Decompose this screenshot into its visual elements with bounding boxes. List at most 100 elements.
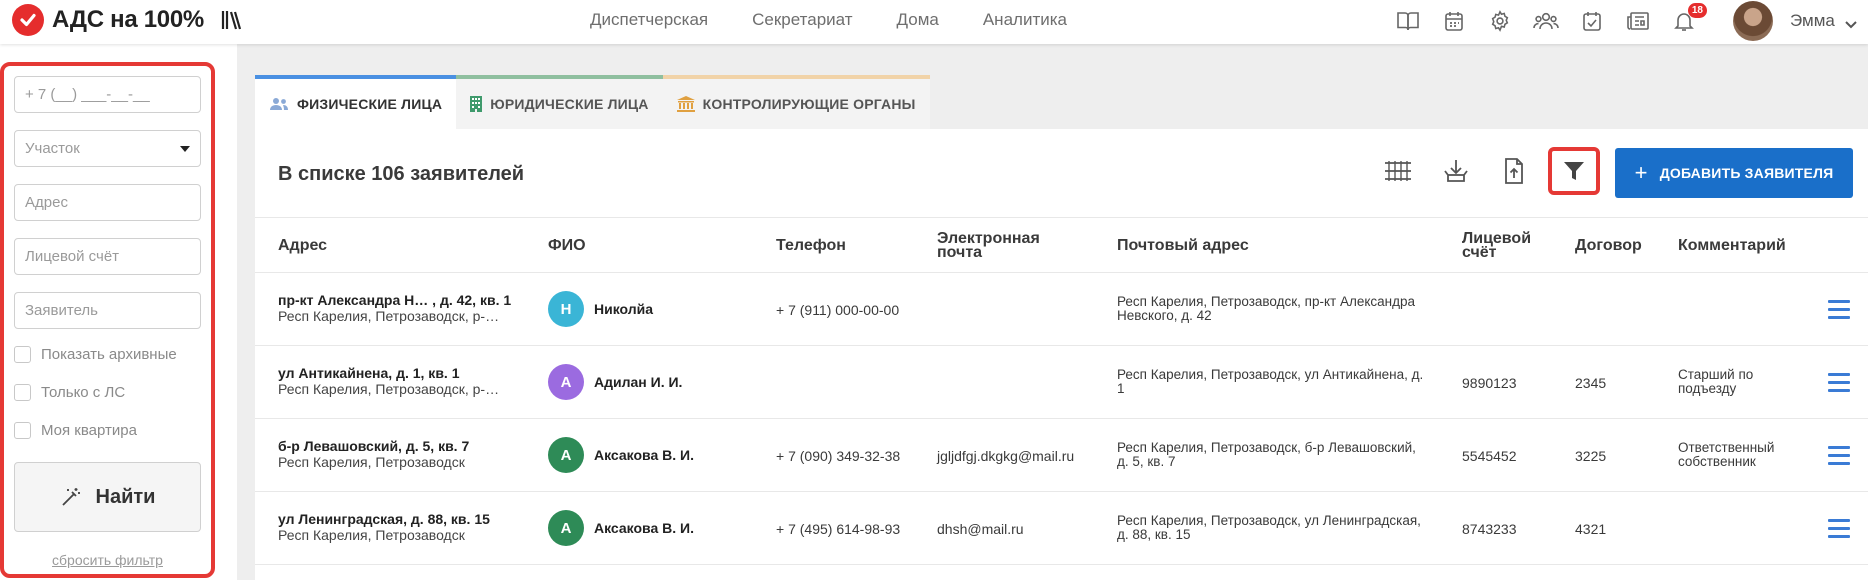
row-fio: А Аксакова В. И. bbox=[548, 437, 694, 473]
row-menu-icon[interactable] bbox=[1828, 446, 1850, 470]
calendar-icon[interactable] bbox=[1441, 8, 1467, 34]
find-button-label: Найти bbox=[95, 485, 156, 508]
address-sub: Респ Карелия, Петрозаводск bbox=[278, 454, 465, 470]
avatar: А bbox=[548, 510, 584, 546]
col-comment[interactable]: Комментарий bbox=[1678, 238, 1786, 254]
only-with-account-checkbox[interactable]: Только с ЛС bbox=[14, 384, 125, 401]
main-nav: Диспетчерская Секретариат Дома Аналитика bbox=[590, 10, 1067, 30]
applicant-type-tabs: ФИЗИЧЕСКИЕ ЛИЦА ЮРИДИЧЕСКИЕ ЛИЦА КОНТРОЛ… bbox=[255, 75, 930, 129]
address-main: пр-кт Александра Н… , д. 42, кв. 1 bbox=[278, 292, 512, 308]
calendar-check-icon[interactable] bbox=[1579, 8, 1605, 34]
show-archived-checkbox[interactable]: Показать архивные bbox=[14, 346, 177, 363]
top-bar: АДС на 100% Диспетчерская Секретариат До… bbox=[0, 0, 1868, 44]
logo[interactable]: АДС на 100% bbox=[12, 4, 204, 36]
user-avatar[interactable] bbox=[1733, 1, 1773, 41]
row-comment: Старший по подъезду bbox=[1678, 367, 1754, 396]
list-toolbar bbox=[1380, 147, 1600, 195]
row-comment: Ответственный собственник bbox=[1678, 440, 1775, 469]
address-sub: Респ Карелия, Петрозаводск, р-… bbox=[278, 308, 500, 324]
table-row[interactable]: ул Антикайнена, д. 1, кв. 1 Респ Карелия… bbox=[255, 346, 1868, 419]
row-fio: Н Николйа bbox=[548, 291, 653, 327]
fio-text: Аксакова В. И. bbox=[594, 447, 694, 463]
settings-icon[interactable] bbox=[1487, 8, 1513, 34]
row-email: dhsh@mail.ru bbox=[937, 521, 1024, 537]
tab-label: ФИЗИЧЕСКИЕ ЛИЦА bbox=[297, 96, 443, 112]
library-icon[interactable] bbox=[220, 8, 244, 37]
fio-text: Николйа bbox=[594, 301, 654, 317]
nav-secretariat[interactable]: Секретариат bbox=[752, 10, 852, 30]
checkbox-box[interactable] bbox=[14, 422, 31, 439]
area-select[interactable]: Участок bbox=[14, 130, 201, 167]
book-icon[interactable] bbox=[1395, 8, 1421, 34]
row-phone: + 7 (495) 614-98-93 bbox=[776, 521, 901, 537]
avatar: Н bbox=[548, 291, 584, 327]
col-contract[interactable]: Договор bbox=[1575, 238, 1642, 254]
tab-regulatory-bodies[interactable]: КОНТРОЛИРУЮЩИЕ ОРГАНЫ bbox=[662, 75, 930, 129]
col-postal-address[interactable]: Почтовый адрес bbox=[1117, 238, 1249, 254]
table-row[interactable]: б-р Левашовский, д. 5, кв. 7 Респ Карели… bbox=[255, 419, 1868, 492]
tab-individuals[interactable]: ФИЗИЧЕСКИЕ ЛИЦА bbox=[255, 75, 457, 129]
nav-dispatch[interactable]: Диспетчерская bbox=[590, 10, 708, 30]
tab-legal-entities[interactable]: ЮРИДИЧЕСКИЕ ЛИЦА bbox=[456, 75, 663, 129]
row-fio: А Адилан И. И. bbox=[548, 364, 682, 400]
row-contract: 2345 bbox=[1575, 375, 1607, 391]
row-menu-icon[interactable] bbox=[1828, 519, 1850, 543]
filter-icon bbox=[1564, 162, 1584, 180]
col-phone[interactable]: Телефон bbox=[776, 238, 846, 254]
checkbox-label: Только с ЛС bbox=[41, 384, 126, 401]
checkbox-box[interactable] bbox=[14, 384, 31, 401]
filter-panel: + 7 (__) ___-__-__ Участок Адрес Лицевой… bbox=[0, 62, 215, 578]
logo-text: АДС на 100% bbox=[52, 6, 204, 33]
col-fio[interactable]: ФИО bbox=[548, 238, 586, 254]
row-postal-address: Респ Карелия, Петрозаводск, пр-кт Алекса… bbox=[1117, 294, 1416, 323]
address-sub: Респ Карелия, Петрозаводск bbox=[278, 527, 465, 543]
account-input[interactable]: Лицевой счёт bbox=[14, 238, 201, 275]
col-account[interactable]: Лицевой счёт bbox=[1462, 231, 1542, 261]
notifications-badge: 18 bbox=[1687, 3, 1707, 18]
download-icon[interactable] bbox=[1438, 154, 1473, 189]
row-fio: А Аксакова В. И. bbox=[548, 510, 694, 546]
header-icons: 18 bbox=[1395, 3, 1707, 34]
applicants-card: В списке 106 заявителей + ДОБАВИТЬ ЗАЯВИ… bbox=[255, 129, 1868, 580]
checkbox-box[interactable] bbox=[14, 346, 31, 363]
nav-houses[interactable]: Дома bbox=[897, 10, 939, 30]
my-apartment-checkbox[interactable]: Моя квартира bbox=[14, 422, 137, 439]
magic-wand-icon bbox=[61, 488, 80, 506]
newspaper-icon[interactable] bbox=[1625, 8, 1651, 34]
users-icon[interactable] bbox=[1533, 8, 1559, 34]
row-contract: 4321 bbox=[1575, 521, 1607, 537]
filter-button[interactable] bbox=[1548, 147, 1600, 195]
row-postal-address: Респ Карелия, Петрозаводск, ул Антикайне… bbox=[1117, 367, 1424, 396]
user-name[interactable]: Эмма bbox=[1790, 11, 1835, 31]
bell-icon[interactable]: 18 bbox=[1671, 3, 1707, 34]
reset-filter-link[interactable]: сбросить фильтр bbox=[4, 552, 211, 568]
row-address: б-р Левашовский, д. 5, кв. 7 Респ Карели… bbox=[278, 438, 469, 470]
row-address: ул Антикайнена, д. 1, кв. 1 Респ Карелия… bbox=[278, 365, 499, 397]
row-menu-icon[interactable] bbox=[1828, 373, 1850, 397]
address-main: ул Ленинградская, д. 88, кв. 15 bbox=[278, 511, 490, 527]
row-address: ул Ленинградская, д. 88, кв. 15 Респ Кар… bbox=[278, 511, 490, 543]
row-address: пр-кт Александра Н… , д. 42, кв. 1 Респ … bbox=[278, 292, 511, 324]
table-header: Адрес ФИО Телефон Электронная почта Почт… bbox=[255, 217, 1868, 273]
address-input[interactable]: Адрес bbox=[14, 184, 201, 221]
upload-file-icon[interactable] bbox=[1496, 154, 1531, 189]
chevron-down-icon[interactable] bbox=[1845, 16, 1857, 34]
col-address[interactable]: Адрес bbox=[278, 238, 327, 254]
row-postal-address: Респ Карелия, Петрозаводск, ул Ленинград… bbox=[1117, 513, 1421, 542]
row-email: jgljdfgj.dkgkg@mail.ru bbox=[937, 448, 1075, 464]
find-button[interactable]: Найти bbox=[14, 462, 201, 532]
address-main: ул Антикайнена, д. 1, кв. 1 bbox=[278, 365, 460, 381]
applicant-input[interactable]: Заявитель bbox=[14, 292, 201, 329]
institution-icon bbox=[676, 96, 695, 112]
table-row[interactable]: пр-кт Александра Н… , д. 42, кв. 1 Респ … bbox=[255, 273, 1868, 346]
phone-input[interactable]: + 7 (__) ___-__-__ bbox=[14, 76, 201, 113]
logo-check-icon bbox=[12, 4, 44, 36]
add-applicant-button[interactable]: + ДОБАВИТЬ ЗАЯВИТЕЛЯ bbox=[1615, 148, 1853, 198]
nav-analytics[interactable]: Аналитика bbox=[983, 10, 1067, 30]
users-icon bbox=[270, 98, 288, 110]
row-account: 8743233 bbox=[1462, 521, 1517, 537]
row-menu-icon[interactable] bbox=[1828, 300, 1850, 324]
columns-settings-icon[interactable] bbox=[1380, 154, 1415, 189]
table-row[interactable]: ул Ленинградская, д. 88, кв. 15 Респ Кар… bbox=[255, 492, 1868, 565]
col-email[interactable]: Электронная почта bbox=[937, 231, 1057, 261]
